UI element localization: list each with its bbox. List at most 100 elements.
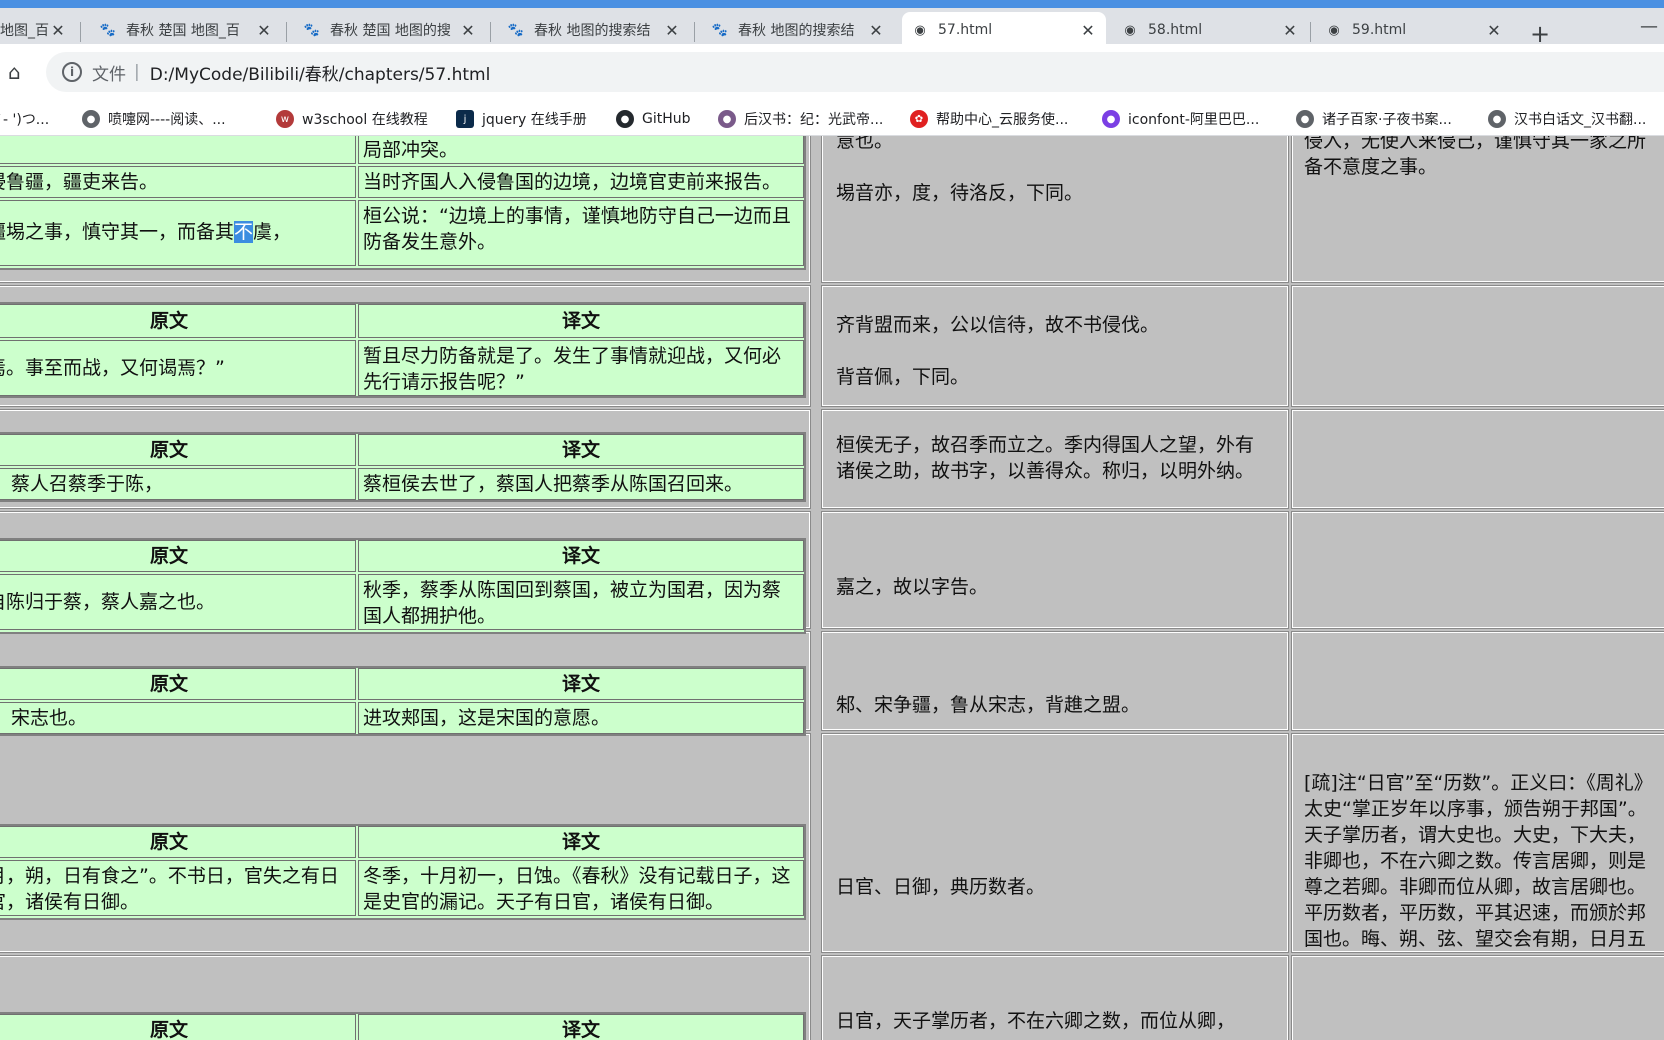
ctext-icon: ● (718, 110, 736, 128)
annotation: 日官，天子掌历者，不在六卿之数，而位从卿， (836, 1010, 1236, 1032)
jquery-icon: j (456, 110, 474, 128)
bookmark-label: `- ')つ... (0, 112, 50, 128)
orig-cell: 月，朔，日有食之”。不书日，官失之有日官，诸侯有日御。 (0, 860, 356, 916)
globe-icon: ● (1488, 110, 1506, 128)
bookmark-8[interactable]: ● 诸子百家·子夜书案... (1296, 106, 1452, 132)
globe-icon: ● (1296, 110, 1314, 128)
tab-6[interactable]: ◉ 58.html ✕ (1112, 12, 1308, 48)
trans-cell: 桓公说：“边境上的事情，谨慎地防守自己一边而且防备发生意外。 (358, 200, 804, 266)
baidu-paw-icon: 🐾 (99, 22, 117, 38)
translation-table: 局部冲突。 侵鲁疆，疆吏来告。 当时齐国人入侵鲁国的边境，边境官吏前来报告。 疆… (0, 136, 806, 270)
browser-toolbar: ⌂ i 文件 | D:/MyCode/Bilibili/春秋/chapters/… (0, 44, 1664, 102)
annotation: 日官、日御，典历数者。 (836, 876, 1046, 898)
tab-1[interactable]: 🐾 春秋 楚国 地图_百 ✕ (90, 12, 282, 48)
tab-5-active[interactable]: ◉ 57.html ✕ (902, 12, 1106, 48)
tab-title: 58.html (1148, 22, 1203, 38)
orig-cell: 蔡人召蔡季于陈， (0, 468, 356, 500)
orig-cell: 疆埸之事，慎守其一，而备其不虞， (0, 200, 356, 266)
trans-cell: 当时齐国人入侵鲁国的边境，边境官吏前来报告。 (358, 166, 804, 198)
tab-0[interactable]: 地图_百 ✕ (0, 12, 76, 48)
globe-icon: ◉ (1124, 22, 1136, 38)
bookmark-label: iconfont-阿里巴巴... (1128, 112, 1260, 128)
column-header-original: 原文 (0, 304, 356, 338)
close-icon[interactable]: ✕ (460, 21, 476, 40)
tab-2[interactable]: 🐾 春秋 楚国 地图的搜 ✕ (294, 12, 486, 48)
trans-cell: 蔡桓侯去世了，蔡国人把蔡季从陈国召回来。 (358, 468, 804, 500)
commentary: [疏]注“日官”至“历数”。正义曰：《周礼》太史“掌正岁年以序事，颁告朔于邦国”… (1304, 772, 1653, 948)
info-icon[interactable]: i (62, 62, 82, 82)
baidu-paw-icon: 🐾 (303, 22, 321, 38)
baidu-paw-icon: 🐾 (711, 22, 729, 38)
globe-icon: ◉ (914, 22, 926, 38)
bookmark-label: w3school 在线教程 (302, 112, 428, 128)
baidu-paw-icon: 🐾 (507, 22, 525, 38)
tab-title: 春秋 楚国 地图的搜 (330, 23, 451, 39)
column-header-original: 原文 (0, 1014, 356, 1040)
trans-cell: 进攻郏国，这是宋国的意愿。 (358, 702, 804, 734)
huawei-icon: ✿ (910, 110, 928, 128)
annotation: 意也。 埸音亦，度，待洛反，下同。 (836, 136, 1084, 204)
column-header-translation: 译文 (358, 826, 804, 858)
column-header-translation: 译文 (358, 434, 804, 466)
close-icon[interactable]: ✕ (256, 21, 272, 40)
bookmark-label: 诸子百家·子夜书案... (1322, 112, 1452, 128)
bookmark-label: GitHub (642, 111, 691, 127)
divider: | (134, 62, 140, 82)
tab-4[interactable]: 🐾 春秋 地图的搜索结 ✕ (702, 12, 894, 48)
translation-table: 原文 译文 焉。事至而战，又何谒焉？” 暂且尽力防备就是了。发生了事情就迎战，又… (0, 302, 806, 398)
text-selection[interactable]: 不 (234, 221, 254, 243)
github-icon: ● (616, 110, 634, 128)
page-content: 局部冲突。 侵鲁疆，疆吏来告。 当时齐国人入侵鲁国的边境，边境官吏前来报告。 疆… (0, 136, 1664, 1040)
annotation: 邾、宋争疆，鲁从宋志，背趡之盟。 (836, 694, 1141, 716)
tab-title: 59.html (1352, 22, 1407, 38)
bookmarks-bar: `- ')つ... ● 喷嚏网----阅读、... w w3school 在线教程 … (0, 102, 1664, 136)
bookmark-label: 汉书白话文_汉书翻... (1514, 112, 1647, 128)
globe-icon: ◉ (1328, 22, 1340, 38)
translation-table: 原文 译文 月，朔，日有食之”。不书日，官失之有日官，诸侯有日御。 冬季，十月初… (0, 824, 806, 920)
commentary: 侵入，无使人来侵己，谨慎守其一家之所备不意度之事。 (1304, 136, 1647, 178)
annotation: 桓侯无子，故召季而立之。季内得国人之望，外有诸侯之助，故书字，以善得众。称归，以… (836, 434, 1255, 482)
close-icon[interactable]: ✕ (1282, 21, 1298, 40)
minimize-icon[interactable]: — (1640, 16, 1658, 37)
close-icon[interactable]: ✕ (1080, 21, 1096, 40)
close-icon[interactable]: ✕ (664, 21, 680, 40)
tab-3[interactable]: 🐾 春秋 地图的搜索结 ✕ (498, 12, 690, 48)
bookmark-7[interactable]: ● iconfont-阿里巴巴... (1102, 106, 1259, 132)
tab-title: 春秋 地图的搜索结 (534, 23, 651, 39)
bookmark-label: 后汉书：纪：光武帝... (744, 112, 884, 128)
bookmark-6[interactable]: ✿ 帮助中心_云服务使... (910, 106, 1068, 132)
column-header-translation: 译文 (358, 304, 804, 338)
bookmark-label: jquery 在线手册 (482, 112, 587, 128)
column-header-original: 原文 (0, 826, 356, 858)
bookmark-4[interactable]: ● GitHub (616, 106, 691, 132)
trans-cell: 秋季，蔡季从陈国回到蔡国，被立为国君，因为蔡国人都拥护他。 (358, 574, 804, 630)
bookmark-9[interactable]: ● 汉书白话文_汉书翻... (1488, 106, 1646, 132)
trans-cell: 冬季，十月初一，日蚀。《春秋》没有记载日子，这是史官的漏记。天子有日官，诸侯有日… (358, 860, 804, 916)
close-icon[interactable]: ✕ (50, 21, 66, 40)
bookmark-label: 帮助中心_云服务使... (936, 112, 1069, 128)
bookmark-2[interactable]: w w3school 在线教程 (276, 106, 428, 132)
address-bar[interactable]: i 文件 | D:/MyCode/Bilibili/春秋/chapters/57… (46, 52, 1664, 92)
orig-cell: 宋志也。 (0, 702, 356, 734)
bookmark-1[interactable]: ● 喷嚏网----阅读、... (82, 106, 226, 132)
orig-cell: 自陈归于蔡，蔡人嘉之也。 (0, 574, 356, 630)
tab-7[interactable]: ◉ 59.html ✕ (1316, 12, 1512, 48)
tab-title: 57.html (938, 22, 993, 38)
close-icon[interactable]: ✕ (1486, 21, 1502, 40)
globe-icon: ● (82, 110, 100, 128)
annotation: 嘉之，故以字告。 (836, 576, 989, 598)
column-header-original: 原文 (0, 668, 356, 700)
translation-table: 原文 译文 蔡人召蔡季于陈， 蔡桓侯去世了，蔡国人把蔡季从陈国召回来。 (0, 432, 806, 502)
column-header-original: 原文 (0, 540, 356, 572)
home-icon[interactable]: ⌂ (8, 60, 32, 84)
translation-table: 原文 译文 自陈归于蔡，蔡人嘉之也。 秋季，蔡季从陈国回到蔡国，被立为国君，因为… (0, 538, 806, 634)
orig-cell: 焉。事至而战，又何谒焉？” (0, 340, 356, 396)
close-icon[interactable]: ✕ (868, 21, 884, 40)
bookmark-3[interactable]: j jquery 在线手册 (456, 106, 587, 132)
orig-cell (0, 136, 356, 164)
trans-cell: 暂且尽力防备就是了。发生了事情就迎战，又何必先行请示报告呢？” (358, 340, 804, 396)
tab-title: 春秋 地图的搜索结 (738, 23, 855, 39)
bookmark-5[interactable]: ● 后汉书：纪：光武帝... (718, 106, 883, 132)
bookmark-0[interactable]: `- ')つ... (0, 106, 49, 132)
scheme-label: 文件 (92, 64, 126, 85)
